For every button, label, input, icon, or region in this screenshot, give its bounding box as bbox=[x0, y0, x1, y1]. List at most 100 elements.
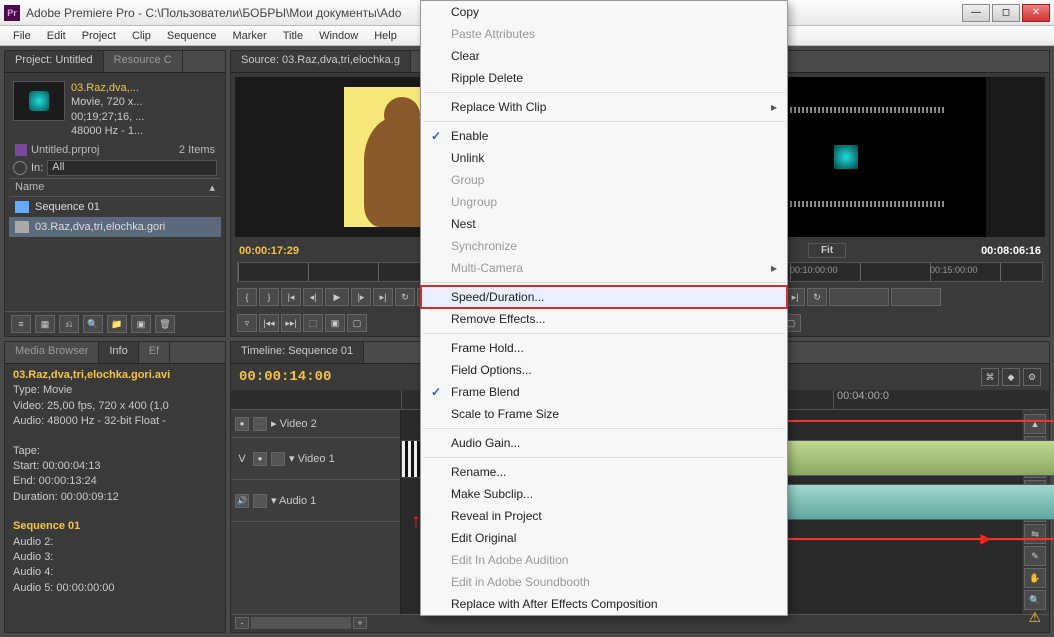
close-button[interactable]: ✕ bbox=[1022, 4, 1050, 22]
find-button[interactable]: 🔍 bbox=[83, 315, 103, 333]
trash-button[interactable]: 🗑 bbox=[155, 315, 175, 333]
in-filter[interactable]: All bbox=[47, 160, 217, 176]
goto-out-button[interactable]: ▸| bbox=[373, 288, 393, 306]
menu-window[interactable]: Window bbox=[312, 28, 365, 44]
clip-name: 03.Raz,dva,... bbox=[71, 81, 144, 95]
menu-item-enable[interactable]: Enable bbox=[421, 125, 787, 147]
speaker-icon[interactable]: 🔊 bbox=[235, 494, 249, 508]
menu-item-edit-original[interactable]: Edit Original bbox=[421, 527, 787, 549]
tab-timeline[interactable]: Timeline: Sequence 01 bbox=[231, 342, 364, 363]
menu-item-scale-to-frame-size[interactable]: Scale to Frame Size bbox=[421, 403, 787, 425]
zoom-tool[interactable]: 🔍 bbox=[1024, 590, 1046, 610]
goto-out-button[interactable]: ▸| bbox=[785, 288, 805, 306]
overwrite-button[interactable]: ▣ bbox=[325, 314, 345, 332]
menu-item-speed-duration[interactable]: Speed/Duration... bbox=[421, 286, 787, 308]
snap-button[interactable]: ⌘ bbox=[981, 368, 999, 386]
menu-item-copy[interactable]: Copy bbox=[421, 1, 787, 23]
menu-item-audio-gain[interactable]: Audio Gain... bbox=[421, 432, 787, 454]
menu-item-frame-blend[interactable]: Frame Blend bbox=[421, 381, 787, 403]
tab-media-browser[interactable]: Media Browser bbox=[5, 342, 99, 363]
menu-item-replace-with-clip[interactable]: Replace With Clip bbox=[421, 96, 787, 118]
marker-button[interactable]: ◆ bbox=[1002, 368, 1020, 386]
shuttle-slider[interactable] bbox=[829, 288, 889, 306]
tab-effects[interactable]: Ef bbox=[139, 342, 170, 363]
zoom-slider[interactable] bbox=[251, 617, 351, 629]
menu-item-frame-hold[interactable]: Frame Hold... bbox=[421, 337, 787, 359]
tab-resource[interactable]: Resource C bbox=[104, 51, 183, 72]
clip-type: Movie, 720 x... bbox=[71, 95, 144, 109]
prev-marker-button[interactable]: |◂◂ bbox=[259, 314, 279, 332]
menu-item-rename[interactable]: Rename... bbox=[421, 461, 787, 483]
list-item[interactable]: Sequence 01 bbox=[9, 197, 221, 217]
track-header-v2[interactable]: ● ▸ Video 2 bbox=[231, 410, 400, 438]
selection-tool[interactable]: ▲ bbox=[1024, 414, 1046, 434]
goto-in-button[interactable]: |◂ bbox=[281, 288, 301, 306]
insert-button[interactable]: ⬚ bbox=[303, 314, 323, 332]
lock-icon[interactable] bbox=[271, 452, 285, 466]
menu-clip[interactable]: Clip bbox=[125, 28, 158, 44]
slip-tool[interactable]: ⇋ bbox=[1024, 524, 1046, 544]
menu-item-replace-with-after-effects-composition[interactable]: Replace with After Effects Composition bbox=[421, 593, 787, 615]
tab-source[interactable]: Source: 03.Raz,dva,tri,elochka.g bbox=[231, 51, 411, 72]
menu-marker[interactable]: Marker bbox=[225, 28, 273, 44]
menu-item-nest[interactable]: Nest bbox=[421, 213, 787, 235]
timeline-timecode[interactable]: 00:00:14:00 bbox=[239, 369, 331, 385]
source-timecode-in[interactable]: 00:00:17:29 bbox=[239, 245, 299, 257]
maximize-button[interactable]: ◻ bbox=[992, 4, 1020, 22]
search-icon[interactable] bbox=[13, 161, 27, 175]
program-zoom[interactable]: Fit bbox=[808, 243, 846, 258]
step-back-button[interactable]: ◂| bbox=[303, 288, 323, 306]
sort-icon[interactable]: ▴ bbox=[209, 181, 215, 194]
next-marker-button[interactable]: ▸▸| bbox=[281, 314, 301, 332]
loop-button[interactable]: ↻ bbox=[395, 288, 415, 306]
set-out-button[interactable]: } bbox=[259, 288, 279, 306]
menu-item-remove-effects[interactable]: Remove Effects... bbox=[421, 308, 787, 330]
hand-tool[interactable]: ✋ bbox=[1024, 568, 1046, 588]
zoom-out-button[interactable]: - bbox=[235, 617, 249, 629]
zoom-in-button[interactable]: + bbox=[353, 617, 367, 629]
track-header-v1[interactable]: V ● ▾ Video 1 bbox=[231, 438, 400, 480]
menu-item-unlink[interactable]: Unlink bbox=[421, 147, 787, 169]
icon-view-button[interactable]: ▦ bbox=[35, 315, 55, 333]
minimize-button[interactable]: — bbox=[962, 4, 990, 22]
menu-item-make-subclip[interactable]: Make Subclip... bbox=[421, 483, 787, 505]
menu-edit[interactable]: Edit bbox=[40, 28, 73, 44]
jog-wheel[interactable] bbox=[891, 288, 941, 306]
set-in-button[interactable]: { bbox=[237, 288, 257, 306]
new-bin-button[interactable]: 📁 bbox=[107, 315, 127, 333]
info-a4: Audio 4: bbox=[13, 565, 217, 580]
v-patch[interactable]: V bbox=[235, 453, 249, 465]
tab-project[interactable]: Project: Untitled bbox=[5, 51, 104, 72]
menu-item-field-options[interactable]: Field Options... bbox=[421, 359, 787, 381]
new-item-button[interactable]: ▣ bbox=[131, 315, 151, 333]
pen-tool[interactable]: ✎ bbox=[1024, 546, 1046, 566]
ruler-tick: 00:04:00:0 bbox=[833, 390, 1049, 409]
export-frame-button[interactable]: ▢ bbox=[347, 314, 367, 332]
list-item[interactable]: 03.Raz,dva,tri,elochka.gori bbox=[9, 217, 221, 237]
menu-item-ripple-delete[interactable]: Ripple Delete bbox=[421, 67, 787, 89]
automate-button[interactable]: ⎌ bbox=[59, 315, 79, 333]
alert-icon[interactable]: ⚠ bbox=[1028, 609, 1041, 626]
menu-file[interactable]: File bbox=[6, 28, 38, 44]
menu-item-multi-camera: Multi-Camera bbox=[421, 257, 787, 279]
tab-info[interactable]: Info bbox=[99, 342, 138, 363]
lock-icon[interactable] bbox=[253, 417, 267, 431]
list-view-button[interactable]: ≡ bbox=[11, 315, 31, 333]
loop-button[interactable]: ↻ bbox=[807, 288, 827, 306]
step-fwd-button[interactable]: |▸ bbox=[351, 288, 371, 306]
settings-button[interactable]: ⚙ bbox=[1023, 368, 1041, 386]
play-button[interactable]: ▶ bbox=[325, 288, 349, 306]
menu-title[interactable]: Title bbox=[276, 28, 310, 44]
movie-icon bbox=[15, 221, 29, 233]
menu-help[interactable]: Help bbox=[367, 28, 404, 44]
menu-project[interactable]: Project bbox=[75, 28, 123, 44]
menu-sequence[interactable]: Sequence bbox=[160, 28, 224, 44]
name-header[interactable]: Name bbox=[15, 181, 44, 194]
menu-item-reveal-in-project[interactable]: Reveal in Project bbox=[421, 505, 787, 527]
eye-icon[interactable]: ● bbox=[235, 417, 249, 431]
eye-icon[interactable]: ● bbox=[253, 452, 267, 466]
menu-item-clear[interactable]: Clear bbox=[421, 45, 787, 67]
track-header-a1[interactable]: 🔊 ▾ Audio 1 bbox=[231, 480, 400, 522]
lock-icon[interactable] bbox=[253, 494, 267, 508]
marker-button[interactable]: ▿ bbox=[237, 314, 257, 332]
